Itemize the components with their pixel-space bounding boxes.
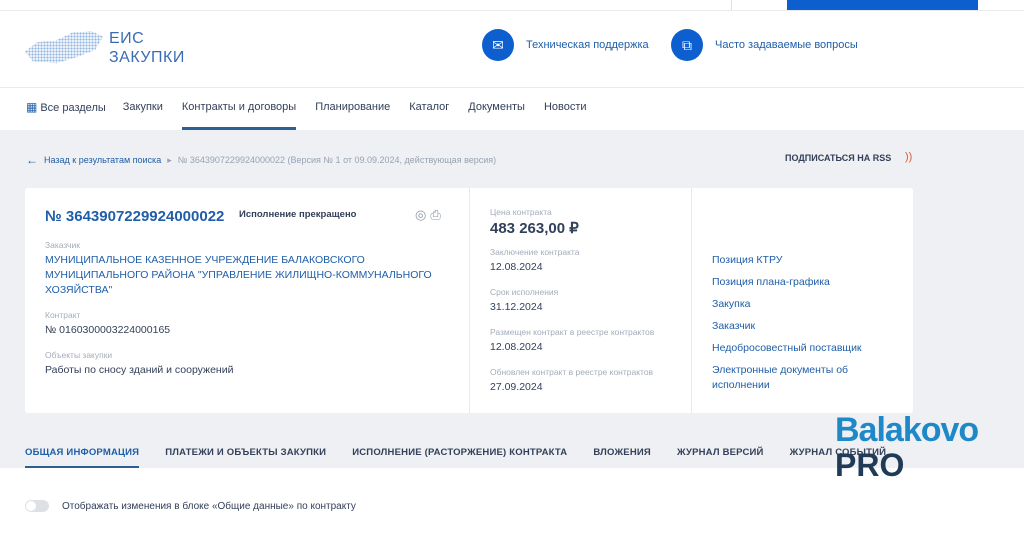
- nav-contracts[interactable]: Контракты и договоры: [181, 89, 297, 130]
- customer-link[interactable]: МУНИЦИПАЛЬНОЕ КАЗЕННОЕ УЧРЕЖДЕНИЕ БАЛАКО…: [45, 253, 435, 298]
- changes-toggle[interactable]: [25, 500, 49, 512]
- faq-link[interactable]: ⧉ Часто задаваемые вопросы: [671, 29, 858, 61]
- tabs: ОБЩАЯ ИНФОРМАЦИЯ ПЛАТЕЖИ И ОБЪЕКТЫ ЗАКУП…: [25, 438, 886, 468]
- price-label: Цена контракта: [490, 207, 552, 217]
- logo-line2: ЗАКУПКИ: [109, 49, 185, 66]
- objects-label: Объекты закупки: [45, 350, 113, 360]
- status-badge: Исполнение прекращено: [239, 209, 357, 220]
- updated-label: Обновлен контракт в реестре контрактов: [490, 367, 654, 377]
- divider: [731, 0, 732, 10]
- conclusion-value: 12.08.2024: [490, 261, 543, 273]
- mail-icon: ✉: [482, 29, 514, 61]
- site-header: ЕИС ЗАКУПКИ ✉ Техническая поддержка ⧉ Часто…: [0, 11, 1024, 88]
- nav-documents[interactable]: Документы: [468, 89, 525, 130]
- toggle-label: Отображать изменения в блоке «Общие данн…: [62, 501, 356, 512]
- price-value: 483 263,00 ₽: [490, 220, 579, 237]
- sections-icon: ▦: [26, 100, 38, 114]
- watermark-logo: Balakovo PRO: [835, 413, 979, 483]
- support-label: Техническая поддержка: [526, 39, 649, 51]
- support-link[interactable]: ✉ Техническая поддержка: [482, 29, 649, 61]
- print-icon[interactable]: ⎙: [430, 207, 440, 223]
- rss-icon[interactable]: )): [905, 151, 912, 163]
- logo[interactable]: ЕИС ЗАКУПКИ: [25, 29, 185, 67]
- watermark-line1: Balakovo: [835, 411, 979, 449]
- nav-all-sections[interactable]: ▦ Все разделы: [26, 89, 106, 130]
- chevron-right-icon: ▸: [167, 154, 172, 165]
- breadcrumb: ← Назад к результатам поиска ▸ № 3643907…: [26, 153, 496, 167]
- russia-map-icon: [25, 30, 103, 64]
- objects-value: Работы по сносу зданий и сооружений: [45, 364, 234, 376]
- tab-version-log[interactable]: ЖУРНАЛ ВЕРСИЙ: [677, 438, 764, 468]
- link-e-documents[interactable]: Электронные документы об исполнении: [712, 363, 893, 393]
- tab-general[interactable]: ОБЩАЯ ИНФОРМАЦИЯ: [25, 438, 140, 468]
- main-nav: ▦ Все разделы Закупки Контракты и договор…: [0, 89, 1024, 130]
- tab-execution[interactable]: ИСПОЛНЕНИЕ (РАСТОРЖЕНИЕ) КОНТРАКТА: [352, 438, 567, 468]
- logo-line1: ЕИС: [109, 30, 145, 47]
- copy-icon: ⧉: [671, 29, 703, 61]
- contract-label: Контракт: [45, 310, 81, 320]
- link-plan-position[interactable]: Позиция плана-графика: [712, 275, 893, 290]
- placed-value: 12.08.2024: [490, 341, 543, 353]
- customer-label: Заказчик: [45, 240, 80, 250]
- link-purchase[interactable]: Закупка: [712, 297, 893, 312]
- contract-value: № 0160300003224000165: [45, 324, 171, 336]
- contract-card: № 3643907229924000022 Исполнение прекращ…: [25, 188, 913, 413]
- nav-label: Все разделы: [40, 102, 106, 114]
- updated-value: 27.09.2024: [490, 381, 543, 393]
- term-value: 31.12.2024: [490, 301, 543, 313]
- link-ktru[interactable]: Позиция КТРУ: [712, 253, 893, 268]
- term-label: Срок исполнения: [490, 287, 559, 297]
- conclusion-label: Заключение контракта: [490, 247, 580, 257]
- rss-subscribe-link[interactable]: ПОДПИСАТЬСЯ НА RSS: [785, 153, 891, 163]
- nav-purchases[interactable]: Закупки: [123, 89, 163, 130]
- top-button[interactable]: [787, 0, 978, 10]
- tab-payments[interactable]: ПЛАТЕЖИ И ОБЪЕКТЫ ЗАКУПКИ: [165, 438, 326, 468]
- nav-planning[interactable]: Планирование: [315, 89, 390, 130]
- arrow-left-icon[interactable]: ←: [26, 153, 38, 167]
- watch-icon[interactable]: ◎: [415, 207, 426, 223]
- link-customer[interactable]: Заказчик: [712, 319, 893, 334]
- watermark-line2: PRO: [835, 447, 905, 483]
- nav-catalog[interactable]: Каталог: [409, 89, 449, 130]
- breadcrumb-current: № 3643907229924000022 (Версия № 1 от 09.…: [177, 155, 497, 165]
- top-strip: [0, 0, 1024, 11]
- placed-label: Размещен контракт в реестре контрактов: [490, 327, 655, 337]
- back-link[interactable]: Назад к результатам поиска: [44, 155, 161, 165]
- nav-news[interactable]: Новости: [544, 89, 587, 130]
- link-unfair-supplier[interactable]: Недобросовестный поставщик: [712, 341, 893, 356]
- tab-attachments[interactable]: ВЛОЖЕНИЯ: [593, 438, 651, 468]
- faq-label: Часто задаваемые вопросы: [715, 39, 858, 51]
- contract-number: № 3643907229924000022: [45, 208, 225, 225]
